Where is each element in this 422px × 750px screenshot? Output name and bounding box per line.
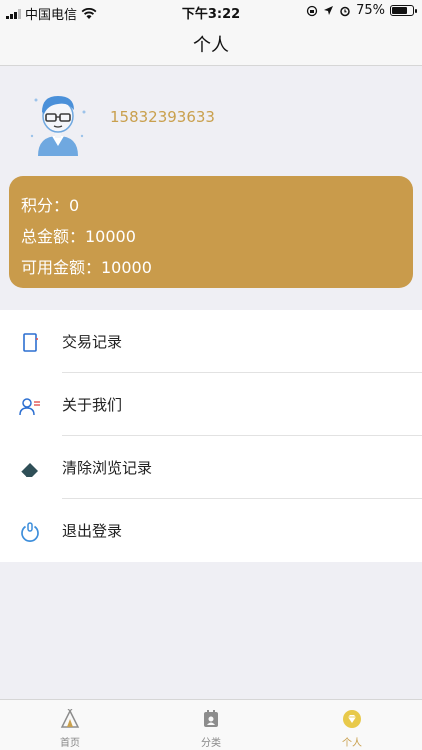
rotation-lock-icon bbox=[306, 5, 318, 16]
menu-item-label: 退出登录 bbox=[62, 522, 123, 540]
battery-icon bbox=[390, 5, 417, 16]
avatar bbox=[30, 96, 86, 156]
tab-label: 分类 bbox=[201, 738, 221, 749]
eraser-icon bbox=[20, 463, 38, 478]
menu-item-label: 清除浏览记录 bbox=[62, 459, 153, 477]
profile-diamond-icon bbox=[343, 710, 361, 728]
battery-percent: 75% bbox=[356, 3, 385, 18]
tab-bar: 首页 分类 个人 bbox=[0, 699, 422, 750]
menu-item-about[interactable]: 关于我们 bbox=[0, 373, 422, 436]
menu-item-logout[interactable]: 退出登录 bbox=[0, 499, 422, 562]
location-icon bbox=[324, 6, 334, 15]
category-icon bbox=[204, 710, 218, 727]
tab-category[interactable]: 分类 bbox=[141, 700, 281, 750]
phone-number: 15832393633 bbox=[110, 108, 215, 126]
page-title: 个人 bbox=[193, 34, 229, 56]
person-info-icon bbox=[19, 398, 40, 416]
alarm-icon bbox=[340, 6, 350, 16]
available-amount-text: 可用金额：10000 bbox=[21, 258, 152, 277]
menu-item-transactions[interactable]: 交易记录 bbox=[0, 310, 422, 373]
tab-label: 首页 bbox=[60, 738, 80, 749]
menu-list: 交易记录 关于我们 清除浏览记录 退出登录 bbox=[0, 310, 422, 562]
menu-item-label: 交易记录 bbox=[62, 333, 123, 351]
tab-home[interactable]: 首页 bbox=[0, 700, 140, 750]
power-icon bbox=[21, 522, 39, 542]
document-icon bbox=[23, 333, 38, 352]
account-card: 积分：0 总金额：10000 可用金额：10000 bbox=[9, 176, 413, 288]
nav-bar: 个人 bbox=[0, 22, 422, 66]
tab-label: 个人 bbox=[342, 738, 362, 749]
status-right: 75% bbox=[306, 3, 417, 18]
tab-profile[interactable]: 个人 bbox=[282, 700, 422, 750]
total-amount-text: 总金额：10000 bbox=[21, 227, 136, 246]
home-tent-icon bbox=[60, 709, 80, 728]
menu-item-clear-history[interactable]: 清除浏览记录 bbox=[0, 436, 422, 499]
menu-item-label: 关于我们 bbox=[62, 396, 123, 414]
profile-section: 15832393633 积分：0 总金额：10000 可用金额：10000 bbox=[0, 66, 422, 310]
battery-fill bbox=[392, 7, 407, 14]
points-text: 积分：0 bbox=[21, 196, 80, 215]
status-bar: 中国电信 下午3:22 75% bbox=[0, 0, 422, 23]
